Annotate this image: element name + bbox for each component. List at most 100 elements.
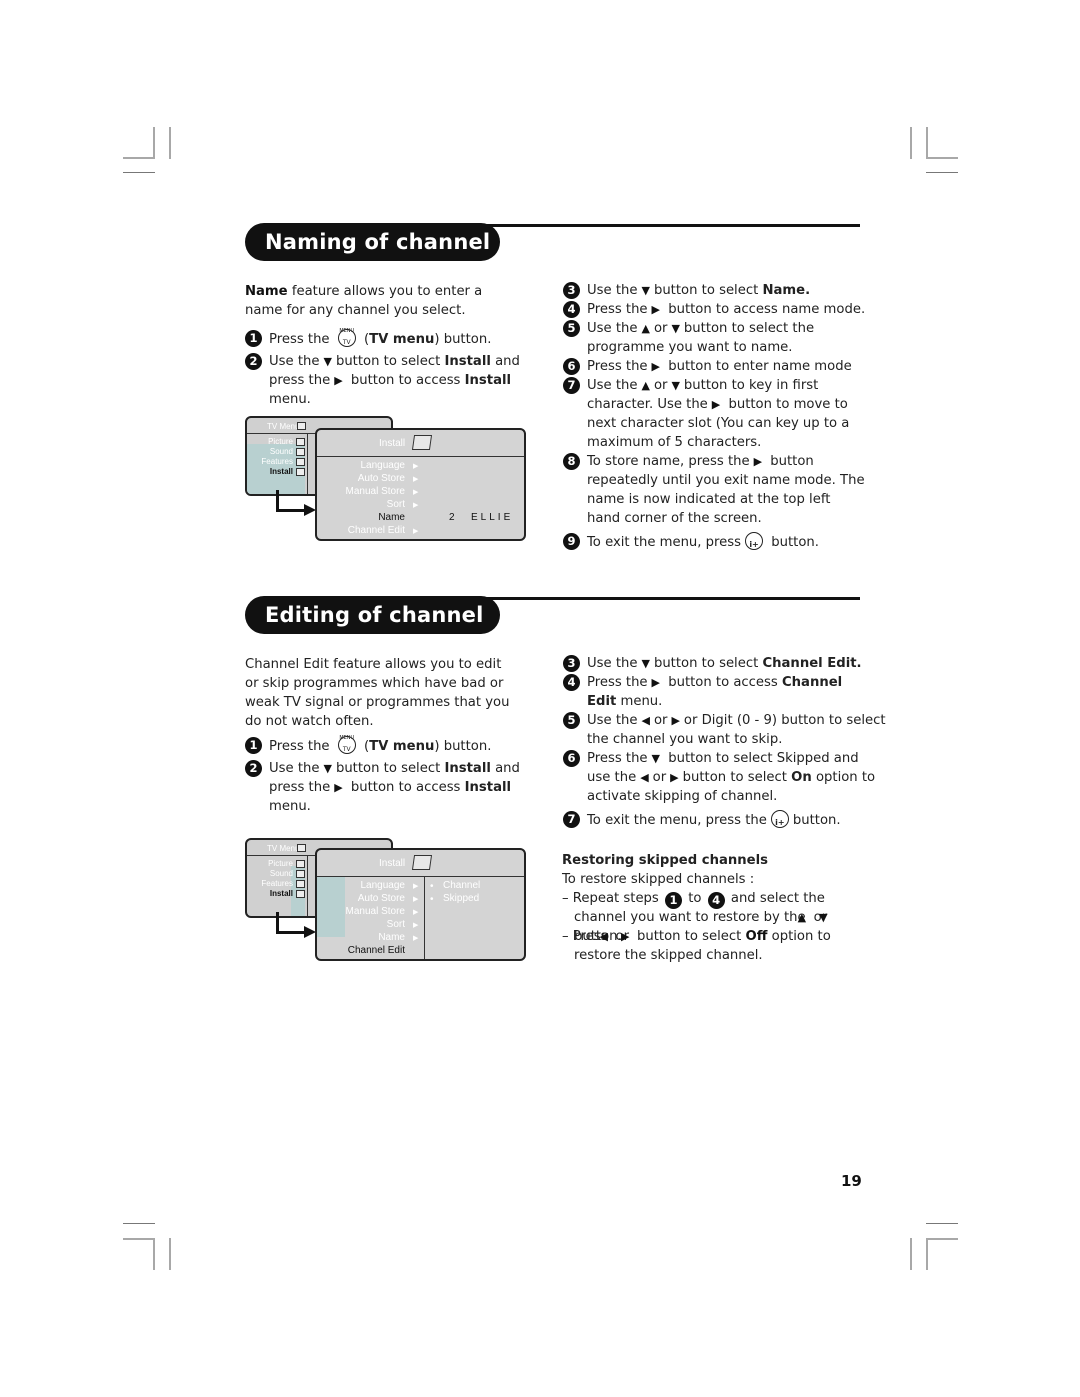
install-item: Sort	[386, 919, 405, 930]
step-text: Press the	[269, 739, 330, 754]
up-arrow-icon: ▲	[641, 379, 650, 392]
right-arrow-icon: ▶	[413, 527, 419, 535]
down-arrow-icon: ▼	[641, 284, 650, 297]
divider	[307, 856, 308, 916]
editing-step-5: 5 Use the ◀ or ▶ or Digit (0 - 9) button to …	[563, 711, 887, 749]
right-arrow-icon: ▶	[711, 398, 721, 411]
down-arrow-icon: ▼	[323, 762, 332, 775]
step-text: Use the	[587, 713, 638, 728]
install-icon	[411, 855, 433, 870]
step-number: 6	[563, 750, 580, 767]
step-text: Use the	[587, 656, 638, 671]
channel-name-value: ELLIE	[471, 512, 514, 523]
section-title-naming: Naming of channel	[245, 223, 500, 261]
step-number: 3	[563, 655, 580, 672]
step-number: 8	[563, 453, 580, 470]
step-text: menu.	[620, 694, 663, 709]
step-text: Use the	[269, 761, 320, 776]
step-bold: TV menu	[369, 739, 435, 754]
step-bold: TV menu	[369, 332, 435, 347]
down-arrow-icon: ▼	[671, 322, 680, 335]
install-item: Sort	[386, 499, 405, 510]
step-number: 5	[563, 712, 580, 729]
install-item: Auto Store	[357, 893, 405, 904]
step-text: Use the	[587, 321, 638, 336]
section-rule	[480, 597, 860, 600]
install-item-selected: Name	[378, 512, 405, 523]
step-number: 1	[245, 737, 262, 754]
restore-bullet-2: – Press◀ or▶ button to select Off option t…	[562, 929, 831, 963]
naming-intro: Name feature allows you to enter a name …	[245, 282, 515, 320]
step-number: 5	[563, 320, 580, 337]
tv-menu-title: TV Menu	[267, 844, 300, 853]
right-arrow-icon: ▶	[413, 475, 419, 483]
picture-icon	[296, 438, 305, 446]
tv-menu-item: Features	[261, 879, 293, 888]
step-text: button to access	[350, 780, 461, 795]
right-arrow-icon: ▶	[651, 676, 661, 689]
step-text: To exit the menu, press	[587, 535, 742, 550]
naming-step-6: 6 Press the ▶ button to enter name mode	[563, 357, 887, 376]
step-bold: Install	[464, 373, 512, 388]
step-text: button to select	[335, 354, 441, 369]
left-arrow-icon: ◀	[641, 714, 650, 727]
down-arrow-icon: ▼	[641, 657, 650, 670]
sub-bullet: •	[430, 881, 434, 892]
section-title-editing: Editing of channel	[245, 596, 500, 634]
up-arrow-icon: ▲	[641, 322, 650, 335]
install-icon	[411, 435, 433, 450]
step-text: Press the	[269, 332, 330, 347]
tv-menu-item: Picture	[268, 437, 293, 446]
step-text: button to select	[682, 770, 787, 785]
naming-step-8: 8 To store name, press the ▶ button repea…	[563, 452, 867, 528]
step-bold: Name.	[762, 283, 811, 298]
divider	[317, 456, 524, 457]
step-number: 7	[563, 377, 580, 394]
right-arrow-icon: ▶	[413, 501, 419, 509]
step-text: Press the	[587, 302, 648, 317]
picture-icon	[296, 860, 305, 868]
install-item: Language	[360, 460, 406, 471]
step-number: 9	[563, 533, 580, 550]
osd-label: i+	[749, 540, 759, 549]
right-arrow-icon: ▶	[413, 895, 419, 903]
step-text: button.	[443, 739, 492, 754]
tv-menu-item: Picture	[268, 859, 293, 868]
step-text: or	[653, 713, 668, 728]
down-arrow-icon: ▼	[671, 379, 680, 392]
right-arrow-icon: ▶	[413, 462, 419, 470]
editing-step-7: 7 To exit the menu, press the i+ button.	[563, 810, 887, 830]
editing-step-2: 2 Use the ▼ button to select Install and p…	[245, 759, 549, 816]
naming-step-1: 1 Press the MENU TV (TV menu) button.	[245, 328, 549, 349]
step-text: Press the	[587, 675, 648, 690]
osd-button-icon: i+	[745, 532, 764, 550]
osd-label: i+	[775, 818, 785, 827]
right-arrow-icon: ▶	[413, 488, 419, 496]
program-number: 2	[449, 512, 458, 523]
bullet-text: button to select	[637, 929, 742, 944]
step-number: 4	[563, 674, 580, 691]
install-title: Install	[379, 858, 406, 869]
install-icon	[296, 468, 305, 476]
editing-step-1: 1 Press the MENU TV (TV menu) button.	[245, 735, 549, 756]
step-text: button.	[771, 535, 819, 550]
tv-menu-button-icon: MENU TV	[337, 328, 356, 347]
tv-menu-item: Features	[261, 457, 293, 466]
right-arrow-icon: ▶	[413, 882, 419, 890]
intro-bold: Name	[245, 284, 288, 299]
page-number: 19	[841, 1172, 862, 1190]
step-bold: Install	[444, 761, 491, 776]
bullet-text: – Repeat steps	[562, 891, 659, 906]
step-text: button to select	[653, 283, 759, 298]
install-item: Manual Store	[345, 486, 405, 497]
step-bold: Channel Edit.	[762, 656, 862, 671]
tv-menu-button-icon: MENU TV	[337, 735, 356, 754]
step-bold: Install	[464, 780, 512, 795]
step-number: 7	[563, 811, 580, 828]
tv-menu-icon	[297, 844, 306, 852]
step-text: To exit the menu, press the	[587, 813, 767, 828]
naming-step-5: 5 Use the ▲ or ▼ button to select the progra…	[563, 319, 867, 357]
right-arrow-icon: ▶	[671, 714, 680, 727]
tv-label: TV	[342, 746, 351, 753]
right-arrow-icon: ▶	[334, 374, 343, 387]
